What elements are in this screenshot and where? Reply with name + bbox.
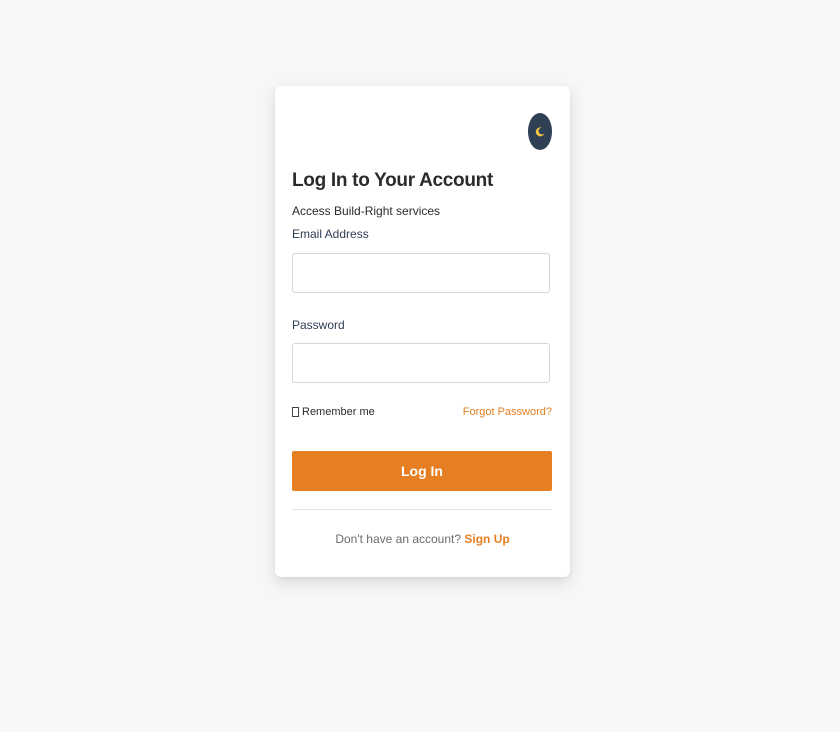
- page-title: Log In to Your Account: [292, 170, 493, 191]
- forgot-password-link[interactable]: Forgot Password?: [463, 406, 552, 418]
- signup-row: Don't have an account? Sign Up: [275, 532, 570, 546]
- divider: [292, 509, 552, 510]
- email-label: Email Address: [292, 227, 369, 241]
- email-field[interactable]: [292, 253, 550, 293]
- moon-icon: [535, 126, 545, 136]
- theme-toggle-button[interactable]: [528, 113, 552, 150]
- remember-me-row[interactable]: Remember me: [292, 406, 375, 418]
- remember-me-label: Remember me: [302, 406, 375, 418]
- signup-prompt: Don't have an account?: [335, 532, 465, 546]
- password-field[interactable]: [292, 343, 550, 383]
- page-subtitle: Access Build-Right services: [292, 204, 441, 218]
- password-label: Password: [292, 318, 345, 332]
- signup-link[interactable]: Sign Up: [464, 532, 509, 546]
- login-button[interactable]: Log In: [292, 451, 552, 491]
- login-card: Log In to Your Account Access Build-Righ…: [275, 86, 570, 577]
- remember-me-checkbox[interactable]: [292, 407, 299, 417]
